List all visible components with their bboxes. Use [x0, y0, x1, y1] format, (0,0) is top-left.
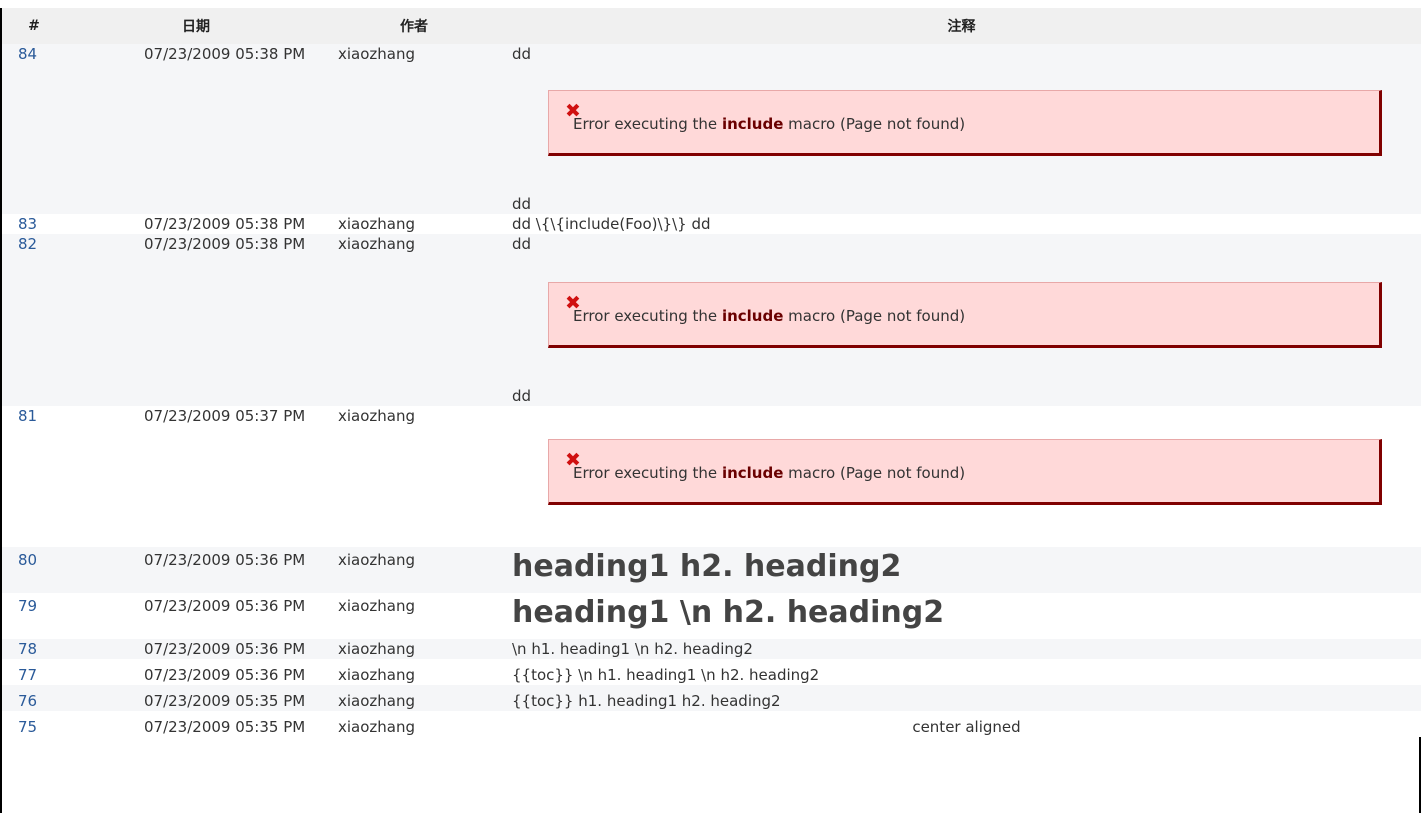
- error-box: ✖ Error executing the include macro (Pag…: [548, 439, 1382, 505]
- row-date: 07/23/2009 05:36 PM: [66, 593, 326, 639]
- row-date: 07/23/2009 05:37 PM: [66, 406, 326, 547]
- row-date: 07/23/2009 05:38 PM: [66, 214, 326, 234]
- comment-text: \n h1. heading1 \n h2. heading2: [502, 639, 1421, 659]
- error-message: Error executing the include macro (Page …: [573, 115, 966, 133]
- table-row: 84 07/23/2009 05:38 PM xiaozhang dd ✖ Er…: [2, 44, 1421, 214]
- row-comment: ✖ Error executing the include macro (Pag…: [502, 406, 1421, 547]
- table-row: 81 07/23/2009 05:37 PM xiaozhang ✖ Error…: [2, 406, 1421, 547]
- comment-text: center aligned: [502, 711, 1421, 737]
- row-author: xiaozhang: [326, 44, 502, 214]
- version-link-82[interactable]: 82: [18, 235, 37, 253]
- row-comment: heading1 h2. heading2: [502, 547, 1421, 593]
- table-row: 83 07/23/2009 05:38 PM xiaozhang dd \{\{…: [2, 214, 1421, 234]
- comment-text: dd: [512, 387, 532, 405]
- table-row: 78 07/23/2009 05:36 PM xiaozhang \n h1. …: [2, 639, 1421, 659]
- error-message: Error executing the include macro (Page …: [573, 464, 966, 482]
- version-link-84[interactable]: 84: [18, 45, 37, 63]
- row-date: 07/23/2009 05:38 PM: [66, 234, 326, 406]
- header-num: #: [2, 8, 66, 44]
- version-link-75[interactable]: 75: [18, 718, 37, 736]
- row-author: xiaozhang: [326, 639, 502, 659]
- table-row: 82 07/23/2009 05:38 PM xiaozhang dd ✖ Er…: [2, 234, 1421, 406]
- error-box: ✖ Error executing the include macro (Pag…: [548, 282, 1382, 348]
- version-link-81[interactable]: 81: [18, 407, 37, 425]
- version-link-79[interactable]: 79: [18, 597, 37, 615]
- row-author: xiaozhang: [326, 685, 502, 711]
- error-box: ✖ Error executing the include macro (Pag…: [548, 90, 1382, 156]
- comment-text: dd: [512, 235, 532, 253]
- version-link-78[interactable]: 78: [18, 640, 37, 658]
- header-author: 作者: [326, 8, 502, 44]
- comment-heading: heading1 \n h2. heading2: [512, 595, 945, 630]
- row-author: xiaozhang: [326, 547, 502, 593]
- header-comment: 注释: [502, 8, 1421, 44]
- row-comment: dd ✖ Error executing the include macro (…: [502, 234, 1421, 406]
- table-row: 80 07/23/2009 05:36 PM xiaozhang heading…: [2, 547, 1421, 593]
- comment-text: dd: [512, 195, 532, 213]
- header-row: # 日期 作者 注释: [2, 8, 1421, 44]
- version-link-76[interactable]: 76: [18, 692, 37, 710]
- error-message: Error executing the include macro (Page …: [573, 307, 966, 325]
- comment-text: dd \{\{include(Foo)\}\} dd: [502, 214, 1421, 234]
- row-date: 07/23/2009 05:36 PM: [66, 659, 326, 685]
- table-row: 79 07/23/2009 05:36 PM xiaozhang heading…: [2, 593, 1421, 639]
- row-author: xiaozhang: [326, 406, 502, 547]
- comment-text: dd: [512, 45, 532, 63]
- comment-heading: heading1 h2. heading2: [512, 549, 902, 584]
- row-author: xiaozhang: [326, 234, 502, 406]
- row-author: xiaozhang: [326, 593, 502, 639]
- row-author: xiaozhang: [326, 711, 502, 737]
- table-row: 77 07/23/2009 05:36 PM xiaozhang {{toc}}…: [2, 659, 1421, 685]
- row-date: 07/23/2009 05:38 PM: [66, 44, 326, 214]
- row-date: 07/23/2009 05:36 PM: [66, 639, 326, 659]
- history-frame: # 日期 作者 注释 84 07/23/2009 05:38 PM xiaozh…: [0, 8, 1421, 813]
- version-link-77[interactable]: 77: [18, 666, 37, 684]
- row-author: xiaozhang: [326, 659, 502, 685]
- row-date: 07/23/2009 05:36 PM: [66, 547, 326, 593]
- comment-text: {{toc}} h1. heading1 h2. heading2: [502, 685, 1421, 711]
- comment-text: {{toc}} \n h1. heading1 \n h2. heading2: [502, 659, 1421, 685]
- row-comment: dd ✖ Error executing the include macro (…: [502, 44, 1421, 214]
- table-row: 76 07/23/2009 05:35 PM xiaozhang {{toc}}…: [2, 685, 1421, 711]
- table-row: 75 07/23/2009 05:35 PM xiaozhang center …: [2, 711, 1421, 737]
- row-date: 07/23/2009 05:35 PM: [66, 685, 326, 711]
- history-table: # 日期 作者 注释 84 07/23/2009 05:38 PM xiaozh…: [2, 8, 1421, 737]
- row-author: xiaozhang: [326, 214, 502, 234]
- version-link-83[interactable]: 83: [18, 215, 37, 233]
- row-comment: heading1 \n h2. heading2: [502, 593, 1421, 639]
- header-date: 日期: [66, 8, 326, 44]
- row-date: 07/23/2009 05:35 PM: [66, 711, 326, 737]
- version-link-80[interactable]: 80: [18, 551, 37, 569]
